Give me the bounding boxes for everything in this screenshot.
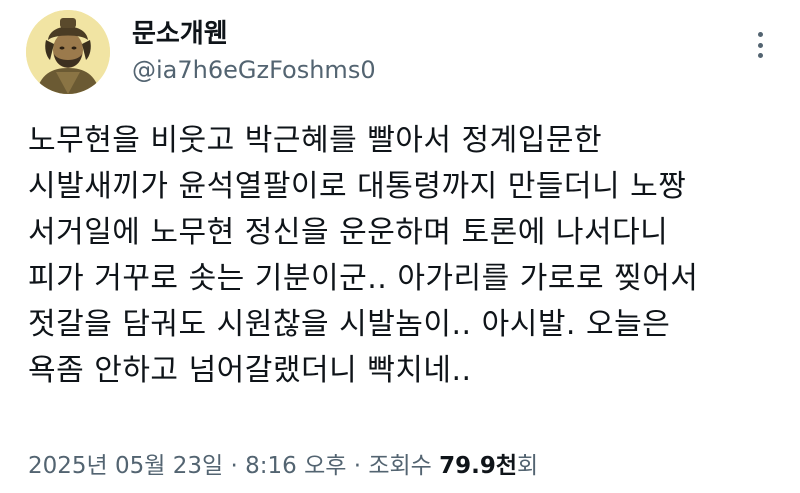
tweet-line: 노무현을 비웃고 박근혜를 빨아서 정계입문한 — [28, 123, 603, 158]
tweet-line: 서거일에 노무현 정신을 운운하며 토론에 나서다니 — [28, 215, 669, 250]
tweet-line: 욕좀 안하고 넘어갈랬더니 빡치네.. — [28, 353, 472, 388]
views-count[interactable]: 79.9천 — [439, 453, 517, 479]
more-vertical-icon[interactable] — [750, 30, 770, 60]
tweet-line: 젓갈을 담궈도 시원찮을 시발놈이.. 아시발. 오늘은 — [28, 307, 671, 342]
tweet-header: 문소개웬 @ia7h6eGzFoshms0 — [26, 10, 376, 94]
meta-separator: · — [223, 453, 246, 479]
more-dot — [757, 32, 763, 37]
tweet-line: 시발새끼가 윤석열팔이로 대통령까지 만들더니 노짱 — [28, 169, 687, 204]
portrait-avatar-icon — [26, 10, 110, 94]
avatar[interactable] — [26, 10, 110, 94]
tweet-time[interactable]: 8:16 오후 — [245, 453, 346, 479]
tweet-meta: 2025년 05월 23일 · 8:16 오후 · 조회수 79.9천회 — [28, 450, 538, 482]
views-suffix: 회 — [517, 453, 539, 479]
more-dot — [757, 42, 763, 48]
display-name[interactable]: 문소개웬 — [132, 17, 376, 51]
tweet-line: 피가 거꾸로 솟는 기분이군.. 아가리를 가로로 찢어서 — [28, 261, 699, 296]
user-handle[interactable]: @ia7h6eGzFoshms0 — [132, 53, 376, 87]
views-label: 조회수 — [368, 453, 440, 479]
meta-separator: · — [346, 453, 369, 479]
tweet-date[interactable]: 2025년 05월 23일 — [28, 453, 223, 479]
tweet-text: 노무현을 비웃고 박근혜를 빨아서 정계입문한 시발새끼가 윤석열팔이로 대통령… — [28, 118, 788, 394]
tweet-card: 문소개웬 @ia7h6eGzFoshms0 노무현을 비웃고 박근혜를 빨아서 … — [0, 0, 800, 493]
more-dot — [757, 53, 763, 58]
user-info: 문소개웬 @ia7h6eGzFoshms0 — [132, 17, 376, 87]
